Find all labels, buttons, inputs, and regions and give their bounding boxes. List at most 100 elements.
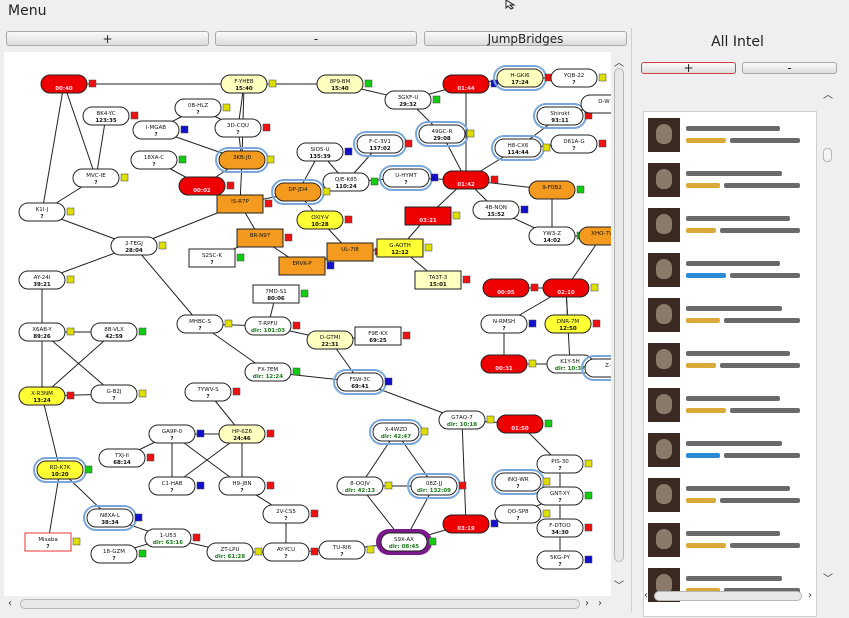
- system-node[interactable]: T-RPFUdlr: 101:03: [244, 316, 301, 336]
- intel-horizontal-scroll-thumb[interactable]: [654, 591, 802, 601]
- system-flag-icon[interactable]: [264, 199, 273, 208]
- system-flag-icon[interactable]: [544, 419, 553, 428]
- system-node[interactable]: I-MGAB?: [132, 120, 189, 140]
- system-flag-icon[interactable]: [226, 181, 235, 190]
- system-flag-icon[interactable]: [310, 509, 319, 518]
- system-node[interactable]: 18XA-C?: [130, 150, 187, 170]
- system-flag-icon[interactable]: [66, 207, 75, 216]
- system-flag-icon[interactable]: [542, 509, 551, 518]
- system-flag-icon[interactable]: [66, 327, 75, 336]
- system-node[interactable]: S2SC-K?: [188, 248, 245, 268]
- intel-message[interactable]: [644, 519, 816, 563]
- system-flag-icon[interactable]: [266, 429, 275, 438]
- system-node[interactable]: 02:10: [542, 278, 599, 298]
- zoom-out-button[interactable]: -: [215, 31, 417, 46]
- system-flag-icon[interactable]: [88, 79, 97, 88]
- system-node[interactable]: FSW-3C69:41: [333, 369, 393, 395]
- intel-message[interactable]: [644, 429, 816, 473]
- system-node[interactable]: N8XA-L38:34: [83, 505, 143, 531]
- system-flag-icon[interactable]: [146, 453, 155, 462]
- system-flag-icon[interactable]: [326, 261, 335, 270]
- system-node[interactable]: N-RMSH?: [480, 314, 537, 334]
- intel-message[interactable]: [644, 159, 816, 203]
- system-flag-icon[interactable]: [364, 79, 373, 88]
- system-flag-icon[interactable]: [584, 523, 593, 532]
- system-node[interactable]: X-4WZDdlr: 42:47: [369, 419, 429, 445]
- system-node[interactable]: G-B2J?: [90, 384, 147, 404]
- intel-system-link[interactable]: [686, 318, 720, 323]
- system-flag-icon[interactable]: [236, 253, 245, 262]
- system-flag-icon[interactable]: [462, 275, 471, 284]
- map-horizontal-scroll-thumb[interactable]: [20, 599, 580, 609]
- system-node[interactable]: MHBC-S?: [176, 314, 233, 334]
- system-flag-icon[interactable]: [404, 139, 413, 148]
- menu-button[interactable]: Menu: [8, 3, 46, 19]
- system-flag-icon[interactable]: [254, 547, 263, 556]
- system-node[interactable]: 00:02: [178, 176, 235, 196]
- system-node[interactable]: XHO-7V: [578, 226, 611, 246]
- system-node[interactable]: 03:19: [442, 514, 499, 534]
- scroll-right-icon[interactable]: ›: [585, 598, 589, 609]
- system-node[interactable]: RD-K7K10:20: [33, 457, 93, 483]
- scroll-left-icon[interactable]: ‹: [8, 598, 12, 609]
- system-flag-icon[interactable]: [592, 319, 601, 328]
- system-node[interactable]: 8B-VLX42:59: [90, 322, 147, 342]
- system-node[interactable]: MVC-IE?: [72, 168, 129, 188]
- system-flag-icon[interactable]: [584, 491, 593, 500]
- system-node[interactable]: HP-6Z624:46: [218, 424, 275, 444]
- system-node[interactable]: DNR-7M12:50: [544, 314, 601, 334]
- system-flag-icon[interactable]: [138, 389, 147, 398]
- system-node[interactable]: TXJ-II68:14: [98, 448, 155, 468]
- system-flag-icon[interactable]: [490, 175, 499, 184]
- intel-system-link[interactable]: [686, 363, 716, 368]
- system-node[interactable]: C1-HAB?: [148, 476, 205, 496]
- system-node[interactable]: 5KG-PY?: [536, 550, 593, 570]
- system-flag-icon[interactable]: [84, 465, 93, 474]
- system-flag-icon[interactable]: [266, 481, 275, 490]
- system-flag-icon[interactable]: [384, 481, 393, 490]
- system-node[interactable]: 49GC-R29:08: [415, 121, 475, 147]
- intel-system-link[interactable]: [686, 543, 726, 548]
- system-node[interactable]: H9-J8N?: [218, 476, 275, 496]
- system-flag-icon[interactable]: [370, 177, 379, 186]
- system-node[interactable]: 8P9-BM15:40: [316, 74, 373, 94]
- system-flag-icon[interactable]: [432, 95, 441, 104]
- system-flag-icon[interactable]: [130, 111, 139, 120]
- system-flag-icon[interactable]: [598, 139, 607, 148]
- system-node[interactable]: Misaba?: [24, 532, 81, 552]
- system-flag-icon[interactable]: [366, 545, 375, 554]
- system-flag-icon[interactable]: [158, 241, 167, 250]
- system-node[interactable]: H8-CX6114:44: [491, 135, 551, 161]
- system-node[interactable]: AY-YCU?: [262, 542, 319, 562]
- intel-system-link[interactable]: [686, 453, 720, 458]
- system-flag-icon[interactable]: [486, 415, 495, 424]
- intel-scroll-down-icon[interactable]: ﹀: [823, 570, 833, 585]
- system-node[interactable]: FX-7EMdlr: 12:24: [244, 362, 301, 382]
- scroll-down-icon[interactable]: ﹀: [614, 577, 624, 592]
- map-vertical-scroll-thumb[interactable]: [614, 68, 624, 562]
- system-flag-icon[interactable]: [180, 125, 189, 134]
- intel-message[interactable]: [644, 339, 816, 383]
- system-flag-icon[interactable]: [528, 359, 537, 368]
- system-node[interactable]: SIO5-U135:39: [296, 142, 353, 162]
- system-node[interactable]: D61A-G?: [550, 134, 607, 154]
- intel-message[interactable]: [644, 204, 816, 248]
- system-flag-icon[interactable]: [310, 547, 319, 556]
- system-node[interactable]: 03:21: [404, 206, 461, 226]
- system-node[interactable]: X-R3NM13:24: [18, 386, 75, 406]
- system-flag-icon[interactable]: [72, 537, 81, 546]
- system-flag-icon[interactable]: [344, 147, 353, 156]
- system-flag-icon[interactable]: [542, 477, 551, 486]
- system-flag-icon[interactable]: [196, 429, 205, 438]
- intel-system-link[interactable]: [686, 183, 720, 188]
- intel-system-link[interactable]: [686, 408, 726, 413]
- system-flag-icon[interactable]: [66, 275, 75, 284]
- system-node[interactable]: TA3T-315:01: [414, 270, 471, 290]
- system-flag-icon[interactable]: [452, 211, 461, 220]
- system-node[interactable]: 3D-CQU?: [214, 118, 271, 138]
- intel-message-list[interactable]: [643, 111, 817, 617]
- system-node[interactable]: 0B-HLZ?: [174, 98, 231, 118]
- system-node[interactable]: F9E-KX69:25: [354, 326, 411, 346]
- intel-message[interactable]: [644, 564, 816, 608]
- intel-scroll-right-icon[interactable]: ›: [808, 590, 812, 601]
